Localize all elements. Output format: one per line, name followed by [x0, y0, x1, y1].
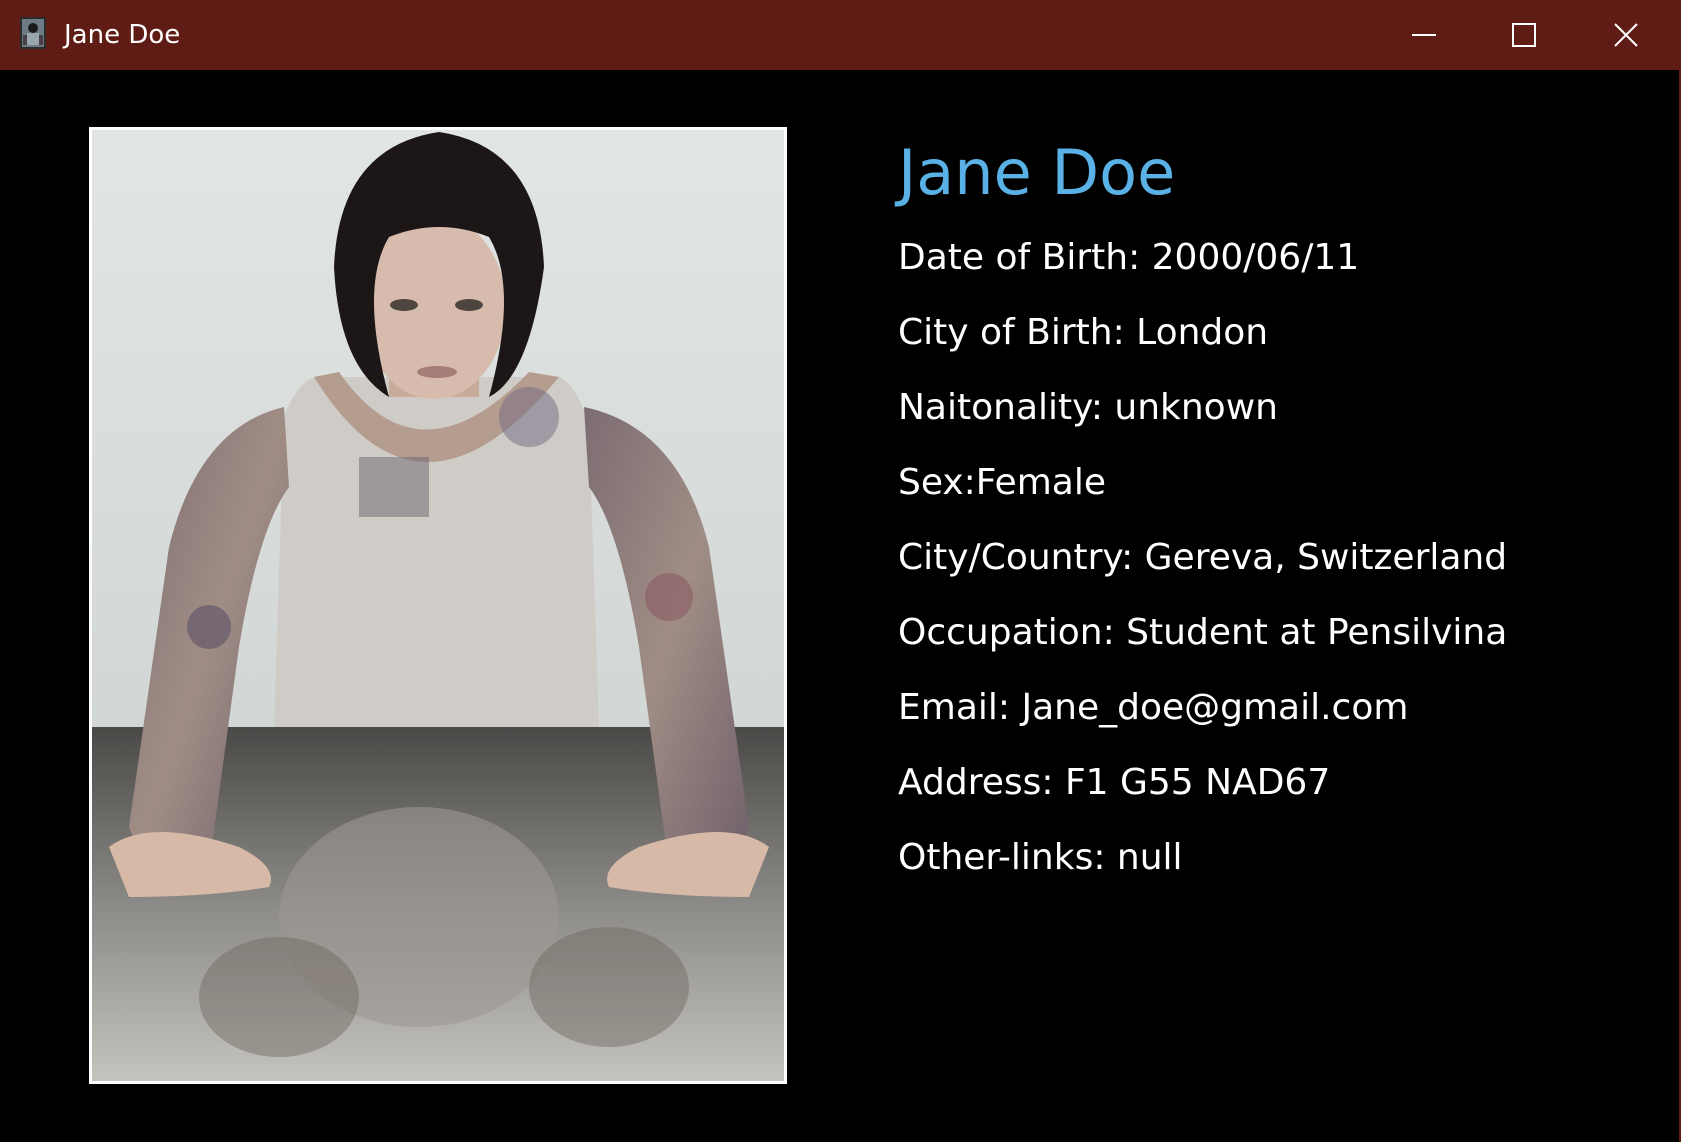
- maximize-button[interactable]: [1474, 0, 1574, 70]
- field-city-country: City/Country: Gereva, Switzerland: [898, 537, 1508, 578]
- window-title: Jane Doe: [64, 20, 181, 50]
- field-date-of-birth: Date of Birth: 2000/06/11: [898, 237, 1360, 278]
- maximize-icon: [1512, 23, 1536, 47]
- profile-photo-image: [92, 130, 784, 1081]
- profile-name: Jane Doe: [898, 136, 1176, 209]
- minimize-icon: [1412, 34, 1436, 36]
- close-icon: [1614, 23, 1638, 47]
- field-address: Address: F1 G55 NAD67: [898, 762, 1331, 803]
- minimize-button[interactable]: [1374, 0, 1474, 70]
- close-button[interactable]: [1576, 0, 1676, 70]
- profile-photo: [89, 127, 787, 1084]
- field-other-links: Other-links: null: [898, 837, 1183, 878]
- title-bar[interactable]: Jane Doe: [0, 0, 1681, 70]
- field-email: Email: Jane_doe@gmail.com: [898, 687, 1409, 728]
- field-nationality: Naitonality: unknown: [898, 387, 1278, 428]
- field-city-of-birth: City of Birth: London: [898, 312, 1269, 353]
- field-occupation: Occupation: Student at Pensilvina: [898, 612, 1508, 653]
- profile-info: Jane Doe Date of Birth: 2000/06/11 City …: [898, 136, 1658, 895]
- field-sex: Sex:Female: [898, 462, 1106, 503]
- app-icon: [20, 17, 46, 49]
- profile-window: Jane Doe Jane Doe Date of Birth: 2000/06…: [0, 0, 1681, 1142]
